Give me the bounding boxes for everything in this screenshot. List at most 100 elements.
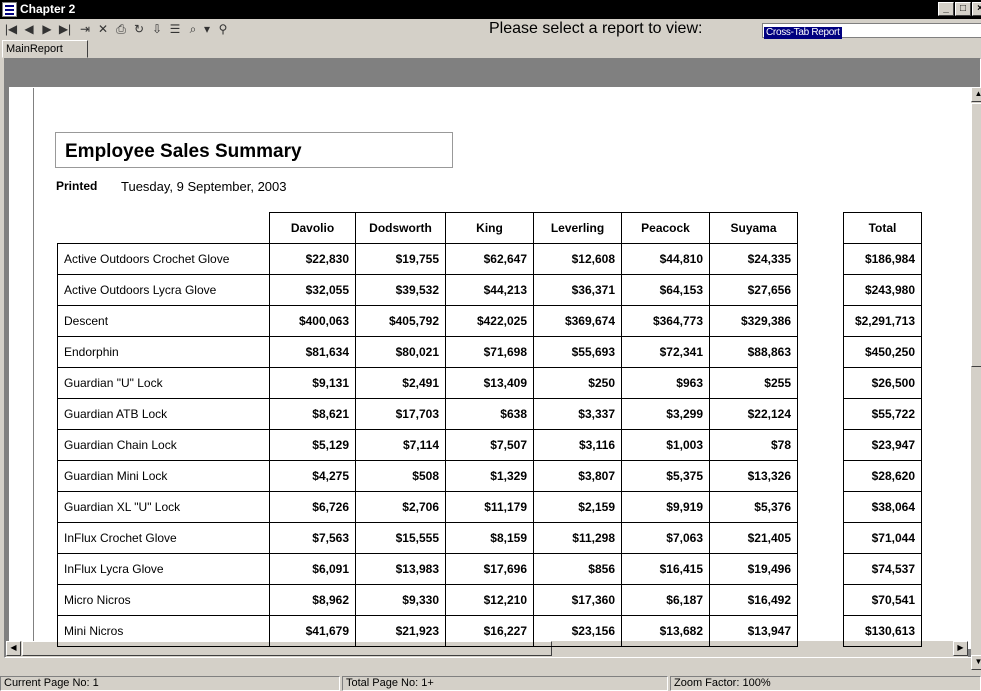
export-icon[interactable]: ⇩ xyxy=(150,21,164,37)
cell-value: $11,179 xyxy=(445,491,534,523)
vertical-scroll-thumb[interactable] xyxy=(971,103,981,367)
scroll-right-button[interactable]: ▶ xyxy=(953,641,968,656)
cell-value: $27,656 xyxy=(709,274,798,306)
zoom-icon[interactable]: ⌕ xyxy=(186,21,200,37)
header-gap xyxy=(798,213,844,244)
minimize-button[interactable]: _ xyxy=(938,2,954,16)
row-total: $71,044 xyxy=(843,522,922,554)
app-icon[interactable] xyxy=(2,2,17,17)
scroll-left-button[interactable]: ◀ xyxy=(6,641,21,656)
close-button[interactable]: × xyxy=(972,2,981,16)
cell-value: $508 xyxy=(355,460,446,492)
close-view-icon[interactable]: ✕ xyxy=(96,21,110,37)
cell-gap xyxy=(798,461,844,492)
cell-value: $41,679 xyxy=(269,615,356,647)
row-product-name: Guardian Mini Lock xyxy=(57,460,270,492)
scroll-down-button[interactable]: ▼ xyxy=(971,655,981,670)
search-text-icon[interactable]: ⚲ xyxy=(216,21,230,37)
cell-value: $80,021 xyxy=(355,336,446,368)
report-title: Employee Sales Summary xyxy=(65,141,302,162)
cell-gap xyxy=(798,554,844,585)
column-header: Suyama xyxy=(709,212,798,244)
goto-page-icon[interactable]: ⇥ xyxy=(78,21,92,37)
tab-mainreport[interactable]: MainReport xyxy=(2,40,88,58)
cell-gap xyxy=(798,306,844,337)
printed-date: Tuesday, 9 September, 2003 xyxy=(121,179,287,194)
previous-page-icon[interactable]: ◀ xyxy=(22,21,36,37)
cell-value: $2,159 xyxy=(533,491,622,523)
cell-gap xyxy=(798,585,844,616)
cell-value: $6,187 xyxy=(621,584,710,616)
status-bar: Current Page No: 1 Total Page No: 1+ Zoo… xyxy=(0,674,981,691)
table-row: Guardian Chain Lock $5,129 $7,114 $7,507 $3,… xyxy=(57,429,922,461)
table-row: Guardian ATB Lock $8,621 $17,703 $638 $3,337… xyxy=(57,398,922,430)
cell-value: $62,647 xyxy=(445,243,534,275)
cell-gap xyxy=(798,244,844,275)
cell-value: $3,299 xyxy=(621,398,710,430)
report-select[interactable]: Cross-Tab Report xyxy=(762,23,981,39)
cell-value: $9,919 xyxy=(621,491,710,523)
cell-value: $856 xyxy=(533,553,622,585)
row-product-name: Micro Nicros xyxy=(57,584,270,616)
last-page-icon[interactable]: ▶| xyxy=(58,21,72,37)
column-header: Dodsworth xyxy=(355,212,446,244)
table-row: InFlux Lycra Glove $6,091 $13,983 $17,696 $8… xyxy=(57,553,922,585)
cell-gap xyxy=(798,275,844,306)
cell-value: $64,153 xyxy=(621,274,710,306)
row-total: $243,980 xyxy=(843,274,922,306)
table-row: Guardian XL "U" Lock $6,726 $2,706 $11,179 $… xyxy=(57,491,922,523)
app-window: Chapter 2 _ □ × |◀ ◀ ▶ ▶| ⇥ ✕ ⎙ ↻ ⇩ ☰ ⌕ … xyxy=(0,0,981,691)
cell-value: $44,213 xyxy=(445,274,534,306)
dropdown-arrow-icon[interactable]: ▾ xyxy=(200,21,214,37)
report-toolbar: |◀ ◀ ▶ ▶| ⇥ ✕ ⎙ ↻ ⇩ ☰ ⌕ ▾ ⚲ Please selec… xyxy=(0,19,981,59)
first-page-icon[interactable]: |◀ xyxy=(4,21,18,37)
cell-value: $17,360 xyxy=(533,584,622,616)
report-select-value: Cross-Tab Report xyxy=(764,27,842,39)
cell-value: $7,063 xyxy=(621,522,710,554)
row-total: $130,613 xyxy=(843,615,922,647)
cell-value: $21,923 xyxy=(355,615,446,647)
row-total: $2,291,713 xyxy=(843,305,922,337)
cell-value: $7,507 xyxy=(445,429,534,461)
cell-value: $13,409 xyxy=(445,367,534,399)
maximize-button[interactable]: □ xyxy=(955,2,971,16)
vertical-scrollbar[interactable]: ▲ ▼ xyxy=(971,87,981,687)
cell-value: $3,337 xyxy=(533,398,622,430)
refresh-icon[interactable]: ↻ xyxy=(132,21,146,37)
title-bar[interactable]: Chapter 2 _ □ × xyxy=(0,0,981,19)
status-zoom-factor: Zoom Factor: 100% xyxy=(670,676,981,691)
cell-value: $8,962 xyxy=(269,584,356,616)
cell-value: $13,983 xyxy=(355,553,446,585)
status-total-pages: Total Page No: 1+ xyxy=(342,676,668,691)
cell-value: $364,773 xyxy=(621,305,710,337)
table-row: Descent $400,063 $405,792 $422,025 $369,674 $… xyxy=(57,305,922,337)
cell-value: $32,055 xyxy=(269,274,356,306)
cell-value: $422,025 xyxy=(445,305,534,337)
cell-value: $12,608 xyxy=(533,243,622,275)
scroll-up-button[interactable]: ▲ xyxy=(971,87,981,102)
cell-value: $2,706 xyxy=(355,491,446,523)
cell-value: $250 xyxy=(533,367,622,399)
next-page-icon[interactable]: ▶ xyxy=(40,21,54,37)
column-header: Leverling xyxy=(533,212,622,244)
table-row: Active Outdoors Lycra Glove $32,055 $39,53… xyxy=(57,274,922,306)
group-tree-icon[interactable]: ☰ xyxy=(168,21,182,37)
row-product-name: Guardian ATB Lock xyxy=(57,398,270,430)
column-header: Peacock xyxy=(621,212,710,244)
cell-value: $13,682 xyxy=(621,615,710,647)
row-total: $23,947 xyxy=(843,429,922,461)
cell-value: $23,156 xyxy=(533,615,622,647)
cell-value: $24,335 xyxy=(709,243,798,275)
cell-value: $5,376 xyxy=(709,491,798,523)
cell-value: $12,210 xyxy=(445,584,534,616)
cell-gap xyxy=(798,430,844,461)
row-product-name: Endorphin xyxy=(57,336,270,368)
row-product-name: Mini Nicros xyxy=(57,615,270,647)
table-row: InFlux Crochet Glove $7,563 $15,555 $8,159 $… xyxy=(57,522,922,554)
row-product-name: InFlux Crochet Glove xyxy=(57,522,270,554)
row-total: $186,984 xyxy=(843,243,922,275)
cell-value: $5,375 xyxy=(621,460,710,492)
cell-value: $36,371 xyxy=(533,274,622,306)
print-icon[interactable]: ⎙ xyxy=(114,21,128,37)
cell-value: $405,792 xyxy=(355,305,446,337)
